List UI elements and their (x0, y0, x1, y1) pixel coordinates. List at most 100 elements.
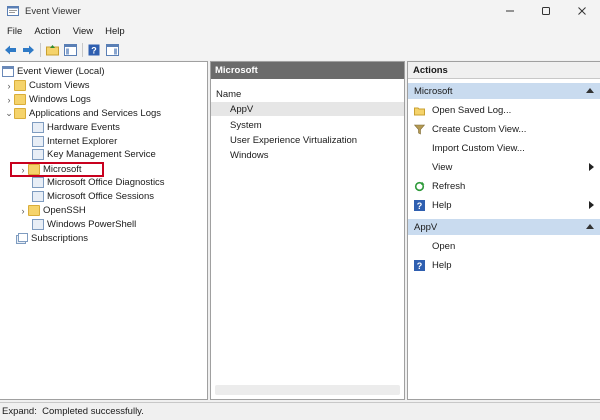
list-item[interactable]: User Experience Virtualization (211, 133, 404, 147)
menu-file[interactable]: File (0, 26, 28, 37)
action-help-appv[interactable]: ? Help (408, 257, 600, 273)
toolbar: ? (0, 40, 600, 60)
action-help[interactable]: ? Help (408, 197, 600, 213)
action-label: Open (432, 240, 456, 252)
maximize-button[interactable] (528, 0, 564, 22)
minimize-icon (506, 10, 514, 12)
up-folder-button[interactable] (45, 43, 59, 57)
log-icon (32, 149, 44, 160)
tree-item-ms-office-diagnostics[interactable]: Microsoft Office Diagnostics (32, 176, 165, 189)
tree-item-ms-office-sessions[interactable]: Microsoft Office Sessions (32, 190, 154, 203)
menu-help[interactable]: Help (99, 26, 131, 37)
collapse-caret-icon[interactable] (586, 224, 594, 229)
action-refresh[interactable]: Refresh (408, 178, 600, 194)
action-label: Help (432, 199, 452, 211)
folder-icon (14, 108, 26, 119)
results-pane: Microsoft Name AppV System User Experien… (210, 61, 405, 400)
tree-item-windows-powershell[interactable]: Windows PowerShell (32, 218, 136, 231)
menu-view[interactable]: View (67, 26, 99, 37)
tree-label: Event Viewer (Local) (17, 66, 105, 77)
actions-title: Actions (408, 62, 600, 79)
action-import-custom-view[interactable]: Import Custom View... (408, 140, 600, 156)
svg-text:?: ? (417, 261, 423, 271)
tree-label: Windows PowerShell (47, 219, 137, 230)
actions-section-appv[interactable]: AppV (408, 219, 600, 235)
action-open-saved-log[interactable]: Open Saved Log... (408, 102, 600, 118)
close-button[interactable] (564, 0, 600, 22)
toolbar-separator (82, 43, 83, 57)
console-tree: Event Viewer (Local) › Custom Views › Wi… (0, 61, 208, 400)
help-button[interactable]: ? (87, 43, 101, 57)
results-header: Microsoft (211, 62, 404, 79)
chevron-down-icon[interactable]: ⌄ (4, 107, 14, 120)
action-label: Create Custom View... (432, 123, 527, 135)
tree-item-root[interactable]: Event Viewer (Local) (2, 65, 104, 78)
list-item[interactable]: Windows (211, 148, 404, 162)
open-folder-icon (414, 107, 425, 115)
refresh-icon (414, 181, 425, 191)
tree-item-custom-views[interactable]: › Custom Views (4, 79, 90, 92)
selection-highlight (10, 162, 104, 177)
actions-pane: Actions Microsoft Open Saved Log... Crea… (407, 61, 600, 400)
action-open[interactable]: Open (408, 238, 600, 254)
subscriptions-icon (16, 233, 28, 244)
collapse-caret-icon[interactable] (586, 88, 594, 93)
tree-label: Subscriptions (31, 233, 89, 244)
tree-item-key-management[interactable]: Key Management Service (32, 148, 156, 161)
minimize-button[interactable] (492, 0, 528, 22)
tree-label: Applications and Services Logs (29, 108, 162, 119)
actions-section-microsoft[interactable]: Microsoft (408, 83, 600, 99)
list-item[interactable]: System (211, 118, 404, 132)
action-create-custom-view[interactable]: Create Custom View... (408, 121, 600, 137)
list-item[interactable]: AppV (211, 102, 404, 116)
close-icon (578, 7, 586, 15)
submenu-arrow-icon (589, 201, 594, 209)
log-icon (32, 122, 44, 133)
tree-item-openssh[interactable]: › OpenSSH (18, 204, 86, 217)
tree-label: Windows Logs (29, 94, 91, 105)
back-button[interactable] (3, 43, 17, 57)
forward-button[interactable] (21, 43, 35, 57)
tree-item-internet-explorer[interactable]: Internet Explorer (32, 135, 117, 148)
tree-label: OpenSSH (43, 205, 86, 216)
log-icon (32, 191, 44, 202)
window-title: Event Viewer (25, 5, 81, 17)
filter-icon (414, 124, 425, 134)
tree-item-apps-services-logs[interactable]: ⌄ Applications and Services Logs (4, 107, 161, 120)
status-text: Expand: Completed successfully. (2, 406, 144, 417)
tree-label: Hardware Events (47, 122, 120, 133)
tree-label: Internet Explorer (47, 136, 118, 147)
title-bar: Event Viewer (0, 0, 600, 22)
show-hide-action-pane-button[interactable] (105, 43, 119, 57)
horizontal-scrollbar[interactable] (215, 385, 400, 395)
chevron-right-icon[interactable]: › (4, 79, 14, 92)
chevron-right-icon[interactable]: › (18, 204, 28, 217)
tree-item-windows-logs[interactable]: › Windows Logs (4, 93, 91, 106)
action-view[interactable]: View (408, 159, 600, 175)
help-icon: ? (414, 259, 425, 271)
event-viewer-icon (7, 6, 19, 16)
show-hide-tree-button[interactable] (63, 43, 77, 57)
submenu-arrow-icon (589, 163, 594, 171)
help-icon: ? (88, 44, 100, 56)
chevron-right-icon[interactable]: › (4, 93, 14, 106)
tree-item-hardware-events[interactable]: Hardware Events (32, 121, 120, 134)
action-label: Refresh (432, 180, 466, 192)
log-icon (32, 136, 44, 147)
event-viewer-icon (2, 66, 14, 77)
section-label: Microsoft (414, 85, 453, 97)
menu-bar: File Action View Help (0, 22, 600, 40)
forward-arrow-icon (22, 45, 34, 55)
tree-label: Microsoft Office Diagnostics (47, 177, 165, 188)
column-header-name[interactable]: Name (216, 89, 241, 100)
back-arrow-icon (4, 45, 16, 55)
tree-label: Custom Views (29, 80, 90, 91)
show-hide-tree-icon (63, 44, 77, 56)
maximize-icon (542, 7, 550, 15)
menu-action[interactable]: Action (28, 26, 66, 37)
log-icon (32, 177, 44, 188)
status-bar: Expand: Completed successfully. (0, 402, 600, 420)
tree-item-subscriptions[interactable]: Subscriptions (16, 232, 88, 245)
show-hide-action-pane-icon (105, 44, 119, 56)
action-label: Import Custom View... (432, 142, 525, 154)
